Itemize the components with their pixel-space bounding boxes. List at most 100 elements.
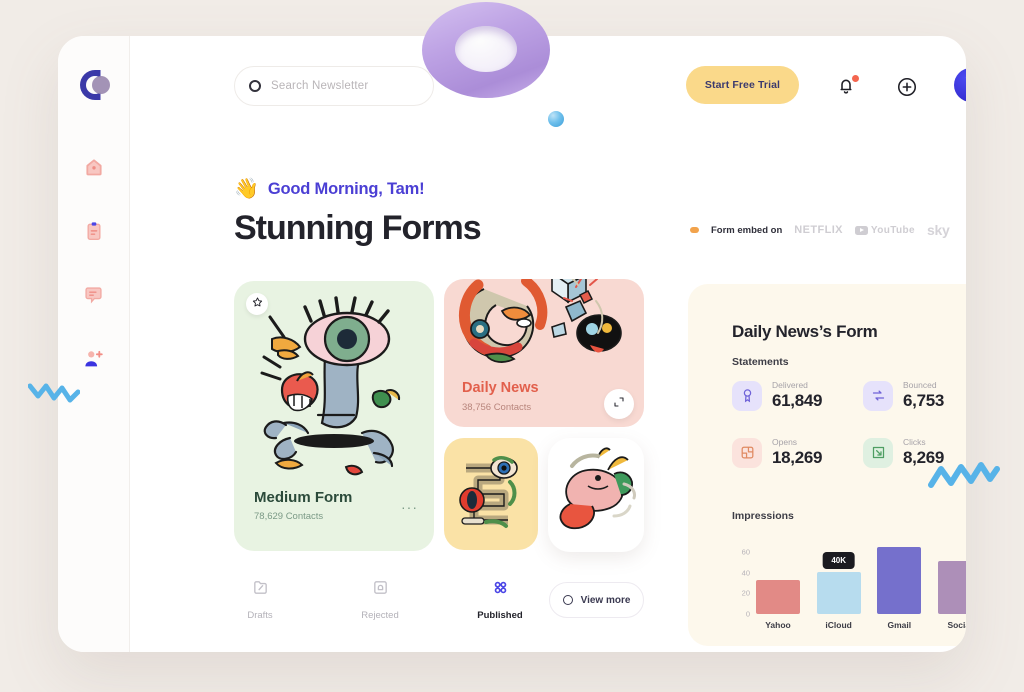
page-title: Stunning Forms xyxy=(234,209,482,247)
chart-plot-area: 40K xyxy=(756,542,966,614)
swap-icon xyxy=(863,380,893,411)
notification-bell-icon xyxy=(836,79,856,100)
search-placeholder: Search Newsletter xyxy=(271,80,369,92)
chart-bar-column[interactable] xyxy=(877,547,922,614)
chart-x-label: Gmail xyxy=(887,620,912,630)
tab-drafts-label: Drafts xyxy=(247,610,273,621)
tab-rejected[interactable]: Rejected xyxy=(346,579,414,621)
chart-bar-column[interactable] xyxy=(756,580,800,614)
stat-delivered-label: Delivered xyxy=(772,380,808,390)
wave-emoji-icon: 👋 xyxy=(234,178,259,200)
pin-button[interactable] xyxy=(246,293,268,315)
stat-delivered-value: 61,849 xyxy=(772,391,823,410)
form-card-mini-yellow[interactable] xyxy=(444,438,538,550)
form-card-daily-news[interactable]: Daily News 38,756 Contacts xyxy=(444,279,644,427)
form-card-medium-contacts: 78,629 Contacts xyxy=(254,511,324,522)
stat-bounced-label: Bounced xyxy=(903,380,937,390)
form-card-medium[interactable]: Medium Form 78,629 Contacts ··· xyxy=(234,281,434,551)
chart-bar-column[interactable]: 40K xyxy=(816,551,861,614)
eye-shape xyxy=(303,296,391,367)
form-card-medium-title: Medium Form xyxy=(254,489,353,506)
tab-rejected-label: Rejected xyxy=(361,610,399,621)
zigzag-decoration-right xyxy=(928,455,1000,503)
dice-shape xyxy=(551,279,587,304)
impressions-bar-chart: 0 20 40 60 40K Yahoo iCloud Gmail Social xyxy=(732,542,966,632)
page-root: Search Newsletter Start Free Trial 👋 Goo… xyxy=(0,0,1024,692)
chart-bar[interactable] xyxy=(877,547,922,614)
notification-badge-dot xyxy=(852,75,859,82)
chart-y-axis: 0 20 40 60 xyxy=(732,542,752,619)
start-free-trial-button[interactable]: Start Free Trial xyxy=(686,66,799,104)
medium-form-illustration xyxy=(260,296,401,476)
embed-status-dot xyxy=(690,227,699,233)
tab-drafts[interactable]: Drafts xyxy=(226,579,294,621)
add-button[interactable] xyxy=(896,76,918,98)
notification-bell-button[interactable] xyxy=(836,75,859,100)
form-card-mini-white[interactable] xyxy=(548,438,644,552)
search-input[interactable]: Search Newsletter xyxy=(234,66,434,106)
sphere-decoration xyxy=(548,111,564,127)
greeting-text: Good Morning, Tam! xyxy=(267,179,425,198)
avatar-glyph-icon xyxy=(962,74,966,97)
blob-shape xyxy=(576,314,622,353)
sidebar-item-forms[interactable] xyxy=(81,218,107,244)
stat-delivered: Delivered 61,849 xyxy=(732,380,851,411)
chart-bar[interactable] xyxy=(816,571,861,614)
stat-clicks-label: Clicks xyxy=(903,437,926,447)
badge-icon xyxy=(732,380,762,411)
avatar[interactable] xyxy=(954,68,966,102)
chart-y-tick: 20 xyxy=(741,588,750,598)
sidebar-item-home[interactable] xyxy=(81,154,107,180)
drafts-icon xyxy=(252,579,269,601)
view-more-label: View more xyxy=(580,594,631,606)
form-card-daily-news-contacts: 38,756 Contacts xyxy=(462,402,532,413)
logo-circle xyxy=(91,76,110,94)
chart-bar[interactable] xyxy=(937,560,966,614)
chart-bar[interactable] xyxy=(756,580,800,614)
tab-published-label: Published xyxy=(477,610,523,621)
stat-opens: Opens 18,269 xyxy=(732,437,851,468)
sidebar-item-add-user[interactable] xyxy=(81,346,107,372)
stat-bounced-value: 6,753 xyxy=(903,391,945,410)
form-card-daily-news-title: Daily News xyxy=(462,380,539,396)
add-user-icon xyxy=(83,348,105,370)
statements-label: Statements xyxy=(732,356,789,368)
brand-logo-sky: sky xyxy=(927,222,950,238)
youtube-play-icon xyxy=(854,225,868,235)
torus-hole xyxy=(455,26,517,72)
view-more-button[interactable]: View more xyxy=(549,582,644,618)
chart-y-tick: 40 xyxy=(741,568,750,578)
stat-opens-label: Opens xyxy=(772,437,798,447)
chat-bubble-icon xyxy=(83,285,104,306)
rejected-icon xyxy=(372,579,389,601)
brand-logo-youtube: YouTube xyxy=(854,224,915,236)
mouth-shape xyxy=(280,371,319,412)
mini-white-illustration xyxy=(559,447,636,530)
zigzag-decoration-left xyxy=(28,378,80,418)
status-tabs: Drafts Rejected Published xyxy=(226,579,534,621)
stat-bounced: Bounced 6,753 xyxy=(863,380,966,411)
brand-logo[interactable] xyxy=(77,68,111,102)
pin-icon xyxy=(252,295,263,313)
tab-published[interactable]: Published xyxy=(466,579,534,621)
chart-y-tick: 60 xyxy=(741,547,750,557)
brand-logo-youtube-label: YouTube xyxy=(870,224,915,236)
daily-news-form-panel: Daily News’s Form Statements Delivered 6… xyxy=(688,284,966,646)
expand-icon xyxy=(613,395,625,413)
search-icon xyxy=(249,80,261,92)
chart-x-label: iCloud xyxy=(825,620,852,630)
clipboard-icon xyxy=(84,221,104,241)
sidebar-item-messages[interactable] xyxy=(81,282,107,308)
chart-y-tick: 0 xyxy=(745,609,750,619)
add-circle-icon xyxy=(896,77,918,102)
embed-row: Form embed on NETFLIX YouTube sky xyxy=(690,222,950,238)
chart-x-label: Social xyxy=(947,620,966,630)
form-card-medium-more-button[interactable]: ··· xyxy=(401,499,418,515)
chart-x-label: Yahoo xyxy=(765,620,791,630)
expand-button[interactable] xyxy=(604,389,634,419)
brand-logo-netflix: NETFLIX xyxy=(794,224,843,236)
cursor-icon xyxy=(863,437,893,468)
daily-news-illustration xyxy=(458,279,622,363)
greeting: 👋 Good Morning, Tam! xyxy=(234,178,425,200)
chart-bar-column[interactable] xyxy=(937,560,966,614)
